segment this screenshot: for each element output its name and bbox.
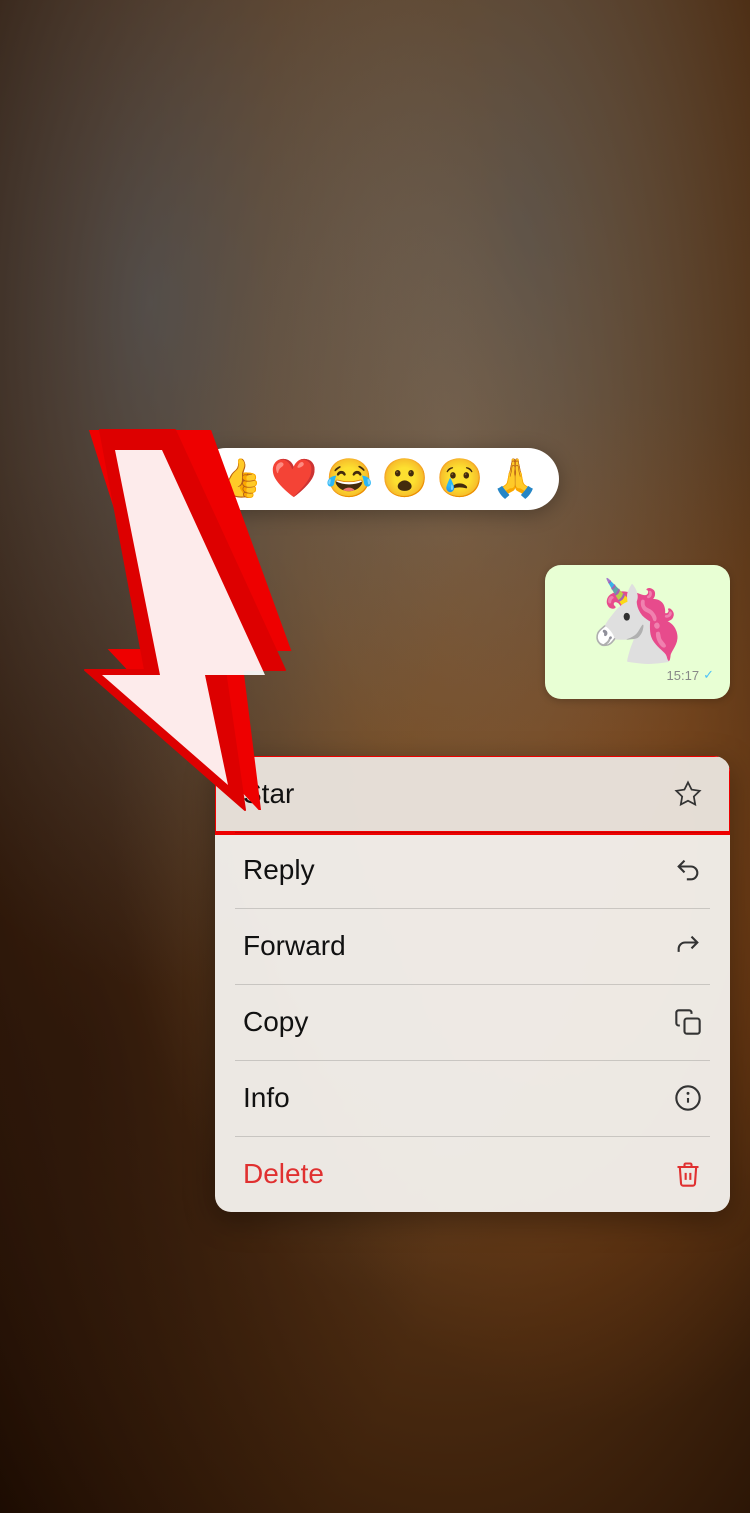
trash-icon [674, 1160, 702, 1188]
menu-item-info[interactable]: Info [215, 1060, 730, 1136]
forward-icon [674, 932, 702, 960]
emoji-pray[interactable]: 🙏 [492, 460, 539, 498]
message-timestamp: 15:17 ✓ [561, 667, 714, 683]
message-bubble: 🦄 15:17 ✓ [545, 565, 730, 699]
copy-icon [674, 1008, 702, 1036]
menu-item-forward[interactable]: Forward [215, 908, 730, 984]
emoji-crying[interactable]: 😢 [436, 460, 483, 498]
reply-icon [674, 856, 702, 884]
check-icon: ✓ [703, 667, 714, 683]
menu-label-reply: Reply [243, 854, 315, 886]
emoji-surprised[interactable]: 😮 [381, 460, 428, 498]
menu-item-copy[interactable]: Copy [215, 984, 730, 1060]
menu-label-forward: Forward [243, 930, 346, 962]
star-icon [674, 780, 702, 808]
message-content: 🦄 [561, 581, 714, 661]
menu-item-delete[interactable]: Delete [215, 1136, 730, 1212]
info-icon [674, 1084, 702, 1112]
emoji-laughing[interactable]: 😂 [326, 460, 373, 498]
menu-label-copy: Copy [243, 1006, 308, 1038]
menu-label-delete: Delete [243, 1158, 324, 1190]
red-arrow-indicator [20, 420, 310, 820]
context-menu: Star Reply Forward Copy Info [215, 756, 730, 1212]
menu-item-reply[interactable]: Reply [215, 832, 730, 908]
time-text: 15:17 [667, 668, 700, 683]
menu-label-info: Info [243, 1082, 290, 1114]
